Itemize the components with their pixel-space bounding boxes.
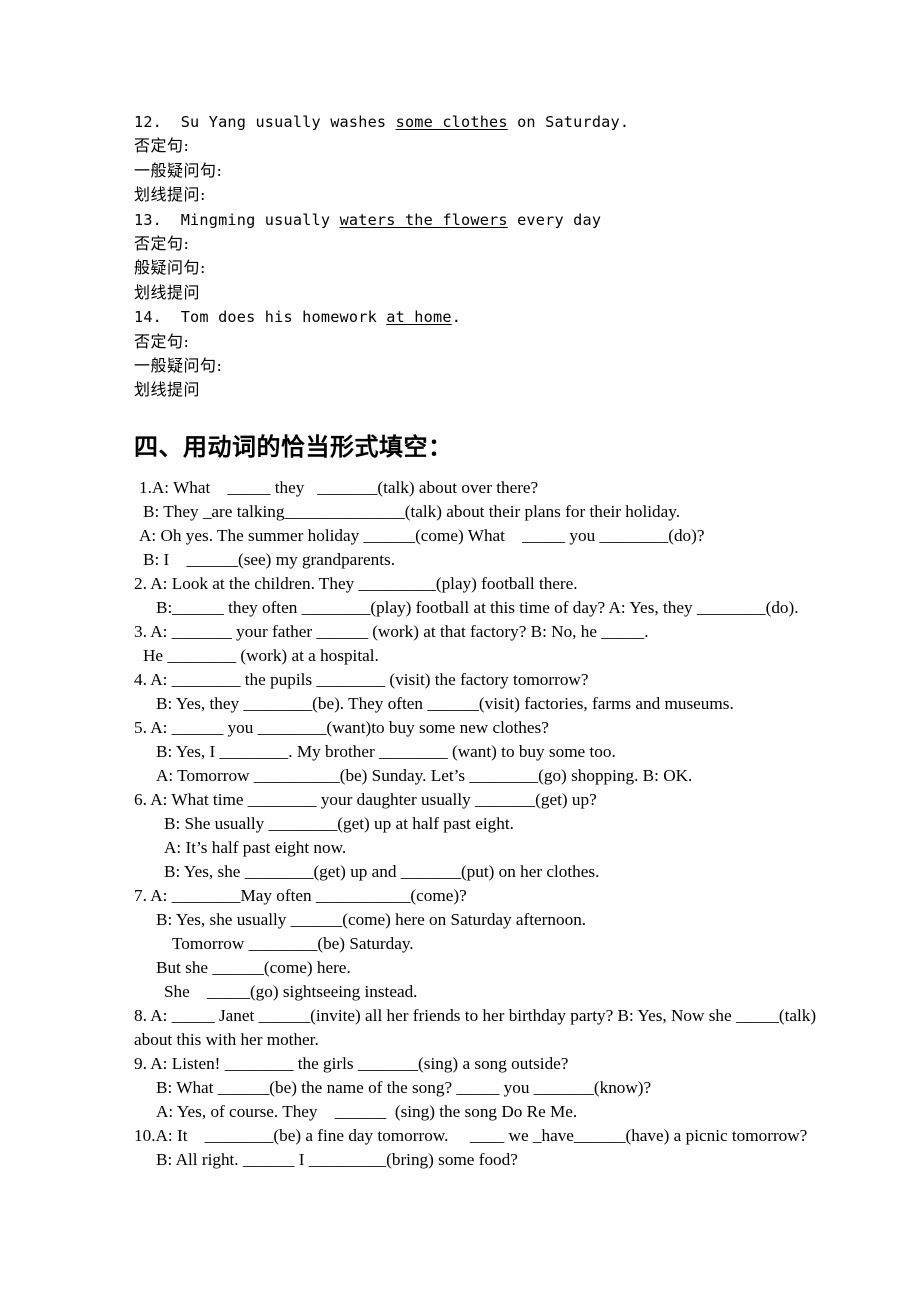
exercise-line: B: What ______(be) the name of the song?… <box>156 1078 652 1097</box>
exercise-line: 10.A: It ________(be) a fine day tomorro… <box>134 1126 808 1145</box>
prompt-12-general-question: 一般疑问句: <box>134 160 223 180</box>
exercise-line: He ________ (work) at a hospital. <box>143 646 379 665</box>
worksheet-page: 12. Su Yang usually washes some clothes … <box>0 0 920 1302</box>
sentence-14-underlined: at home <box>386 308 452 327</box>
sentence-item-13: 13. Mingming usually waters the flowers … <box>134 208 834 232</box>
prompt-14-underline-question: 划线提问 <box>134 380 201 400</box>
sentence-13-post: every day <box>507 210 602 229</box>
exercise-line: Tomorrow ________(be) Saturday. <box>172 934 414 953</box>
exercise-line: A: Oh yes. The summer holiday ______(com… <box>139 526 705 545</box>
exercise-line: 3. A: _______ your father ______ (work) … <box>134 622 649 641</box>
prompt-12-underline-question: 划线提问: <box>134 185 206 205</box>
exercise-line: about this with her mother. <box>134 1030 319 1049</box>
prompt-13-underline-question: 划线提问 <box>134 282 201 302</box>
sentence-transform-section: 12. Su Yang usually washes some clothes … <box>134 110 834 403</box>
exercise-line: But she ______(come) here. <box>156 958 351 977</box>
exercise-line: 7. A: ________May often ___________(come… <box>134 886 467 905</box>
exercise-line: 6. A: What time ________ your daughter u… <box>134 790 597 809</box>
exercise-line: B: Yes, she ________(get) up and _______… <box>164 862 600 881</box>
section-heading-four: 四、用动词的恰当形式填空： <box>134 433 453 461</box>
sentence-13-pre: 13. Mingming usually <box>134 210 340 229</box>
prompt-14-general-question: 一般疑问句: <box>134 356 223 376</box>
sentence-item-14: 14. Tom does his homework at home. <box>134 305 834 329</box>
prompt-12-negative: 否定句: <box>134 136 190 156</box>
sentence-12-pre: 12. Su Yang usually washes <box>134 113 396 131</box>
exercise-line: B: I ______(see) my grandparents. <box>143 550 396 569</box>
exercise-line: A: Yes, of course. They ______ (sing) th… <box>156 1102 578 1121</box>
sentence-item-12: 12. Su Yang usually washes some clothes … <box>134 110 834 134</box>
exercise-line: 2. A: Look at the children. They _______… <box>134 574 578 593</box>
exercise-line: She _____(go) sightseeing instead. <box>164 982 418 1001</box>
exercise-line: 5. A: ______ you ________(want)to buy so… <box>134 718 549 737</box>
exercise-line: B:______ they often ________(play) footb… <box>156 598 799 617</box>
exercise-line: 8. A: _____ Janet ______(invite) all her… <box>134 1006 817 1025</box>
sentence-12-post: on Saturday. <box>507 113 630 131</box>
sentence-14-pre: 14. Tom does his homework <box>134 308 387 327</box>
exercise-line: 1.A: What _____ they _______(talk) about… <box>139 478 539 497</box>
sentence-12-underlined: some clothes <box>395 113 508 131</box>
exercise-line: B: They _are talking______________(talk)… <box>143 502 680 521</box>
exercise-line: B: Yes, she usually ______(come) here on… <box>156 910 587 929</box>
exercise-line: B: Yes, I ________. My brother ________ … <box>156 742 616 761</box>
prompt-14-negative: 否定句: <box>134 331 190 351</box>
verb-form-exercise-section: 1.A: What _____ they _______(talk) about… <box>134 476 894 1172</box>
exercise-line: B: Yes, they ________(be). They often __… <box>156 694 734 713</box>
sentence-14-post: . <box>451 308 462 327</box>
exercise-line: B: All right. ______ I _________(bring) … <box>156 1150 518 1169</box>
exercise-line: A: It’s half past eight now. <box>164 838 347 857</box>
exercise-line: 4. A: ________ the pupils ________ (visi… <box>134 670 589 689</box>
prompt-13-negative: 否定句: <box>134 234 190 254</box>
exercise-line: 9. A: Listen! ________ the girls _______… <box>134 1054 569 1073</box>
exercise-line: A: Tomorrow __________(be) Sunday. Let’s… <box>156 766 693 785</box>
prompt-13-general-question: 般疑问句: <box>134 258 206 278</box>
sentence-13-underlined: waters the flowers <box>339 210 508 229</box>
exercise-line: B: She usually ________(get) up at half … <box>164 814 514 833</box>
